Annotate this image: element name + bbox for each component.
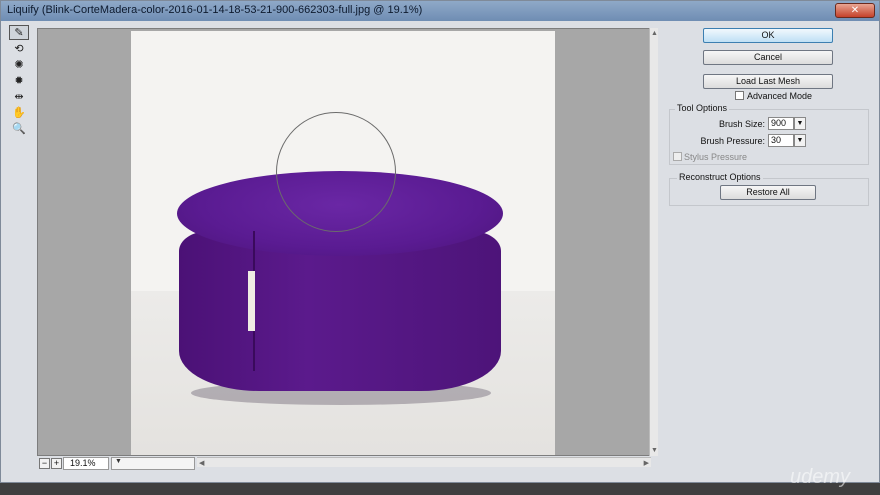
window-title: Liquify (Blink-CorteMadera-color-2016-01… [7, 4, 423, 16]
brush-pressure-field[interactable]: 30 [768, 134, 794, 147]
cancel-button[interactable]: Cancel [703, 50, 833, 65]
push-left-tool-icon[interactable]: ⇹ [9, 89, 29, 104]
tool-options-title: Tool Options [675, 103, 730, 113]
advanced-mode-checkbox[interactable] [735, 91, 744, 100]
pucker-tool-icon[interactable]: ✺ [9, 57, 29, 72]
advanced-mode-label: Advanced Mode [747, 91, 813, 101]
liquify-dialog: Liquify (Blink-CorteMadera-color-2016-01… [0, 0, 880, 483]
scroll-down-icon[interactable]: ▼ [651, 447, 658, 454]
brush-size-field[interactable]: 900 [768, 117, 794, 130]
vertical-scrollbar[interactable]: ▲ ▼ [649, 28, 658, 456]
horizontal-scrollbar[interactable]: ◀ ▶ [197, 457, 651, 467]
zoom-in-button[interactable]: + [51, 458, 62, 469]
cushion-label-tag [248, 271, 255, 331]
brush-cursor [276, 112, 396, 232]
zoom-level-field[interactable]: 19.1% [63, 457, 109, 470]
load-last-mesh-button[interactable]: Load Last Mesh [703, 74, 833, 89]
scroll-right-icon[interactable]: ▶ [644, 459, 649, 467]
preview-image[interactable] [131, 31, 555, 455]
watermark-logo: udemy [790, 466, 851, 488]
brush-size-dropdown[interactable]: ▼ [794, 117, 806, 130]
reconstruct-tool-icon[interactable]: ⟲ [9, 41, 29, 56]
forward-warp-tool-icon[interactable]: ✎ [9, 25, 29, 40]
hand-tool-icon[interactable]: ✋ [9, 105, 29, 120]
restore-all-button[interactable]: Restore All [720, 185, 816, 200]
reconstruct-options-title: Reconstruct Options [677, 172, 763, 182]
bloat-tool-icon[interactable]: ✹ [9, 73, 29, 88]
brush-pressure-label: Brush Pressure: [700, 136, 765, 146]
brush-size-label: Brush Size: [718, 119, 765, 129]
scroll-left-icon[interactable]: ◀ [199, 459, 204, 467]
zoom-out-button[interactable]: − [39, 458, 50, 469]
ok-button[interactable]: OK [703, 28, 833, 43]
title-bar[interactable]: Liquify (Blink-CorteMadera-color-2016-01… [1, 1, 879, 21]
tools-panel: ✎ ⟲ ✺ ✹ ⇹ ✋ 🔍 [9, 25, 31, 145]
preview-canvas[interactable] [37, 28, 657, 456]
options-panel: OK Cancel Load Last Mesh Advanced Mode T… [665, 23, 875, 463]
stylus-pressure-checkbox [673, 152, 682, 161]
brush-pressure-dropdown[interactable]: ▼ [794, 134, 806, 147]
taskbar [0, 483, 880, 495]
stylus-pressure-label: Stylus Pressure [684, 152, 748, 162]
close-button[interactable]: ✕ [835, 3, 875, 18]
scroll-up-icon[interactable]: ▲ [651, 30, 658, 37]
zoom-tool-icon[interactable]: 🔍 [9, 121, 29, 136]
zoom-level-dropdown[interactable] [111, 457, 195, 470]
